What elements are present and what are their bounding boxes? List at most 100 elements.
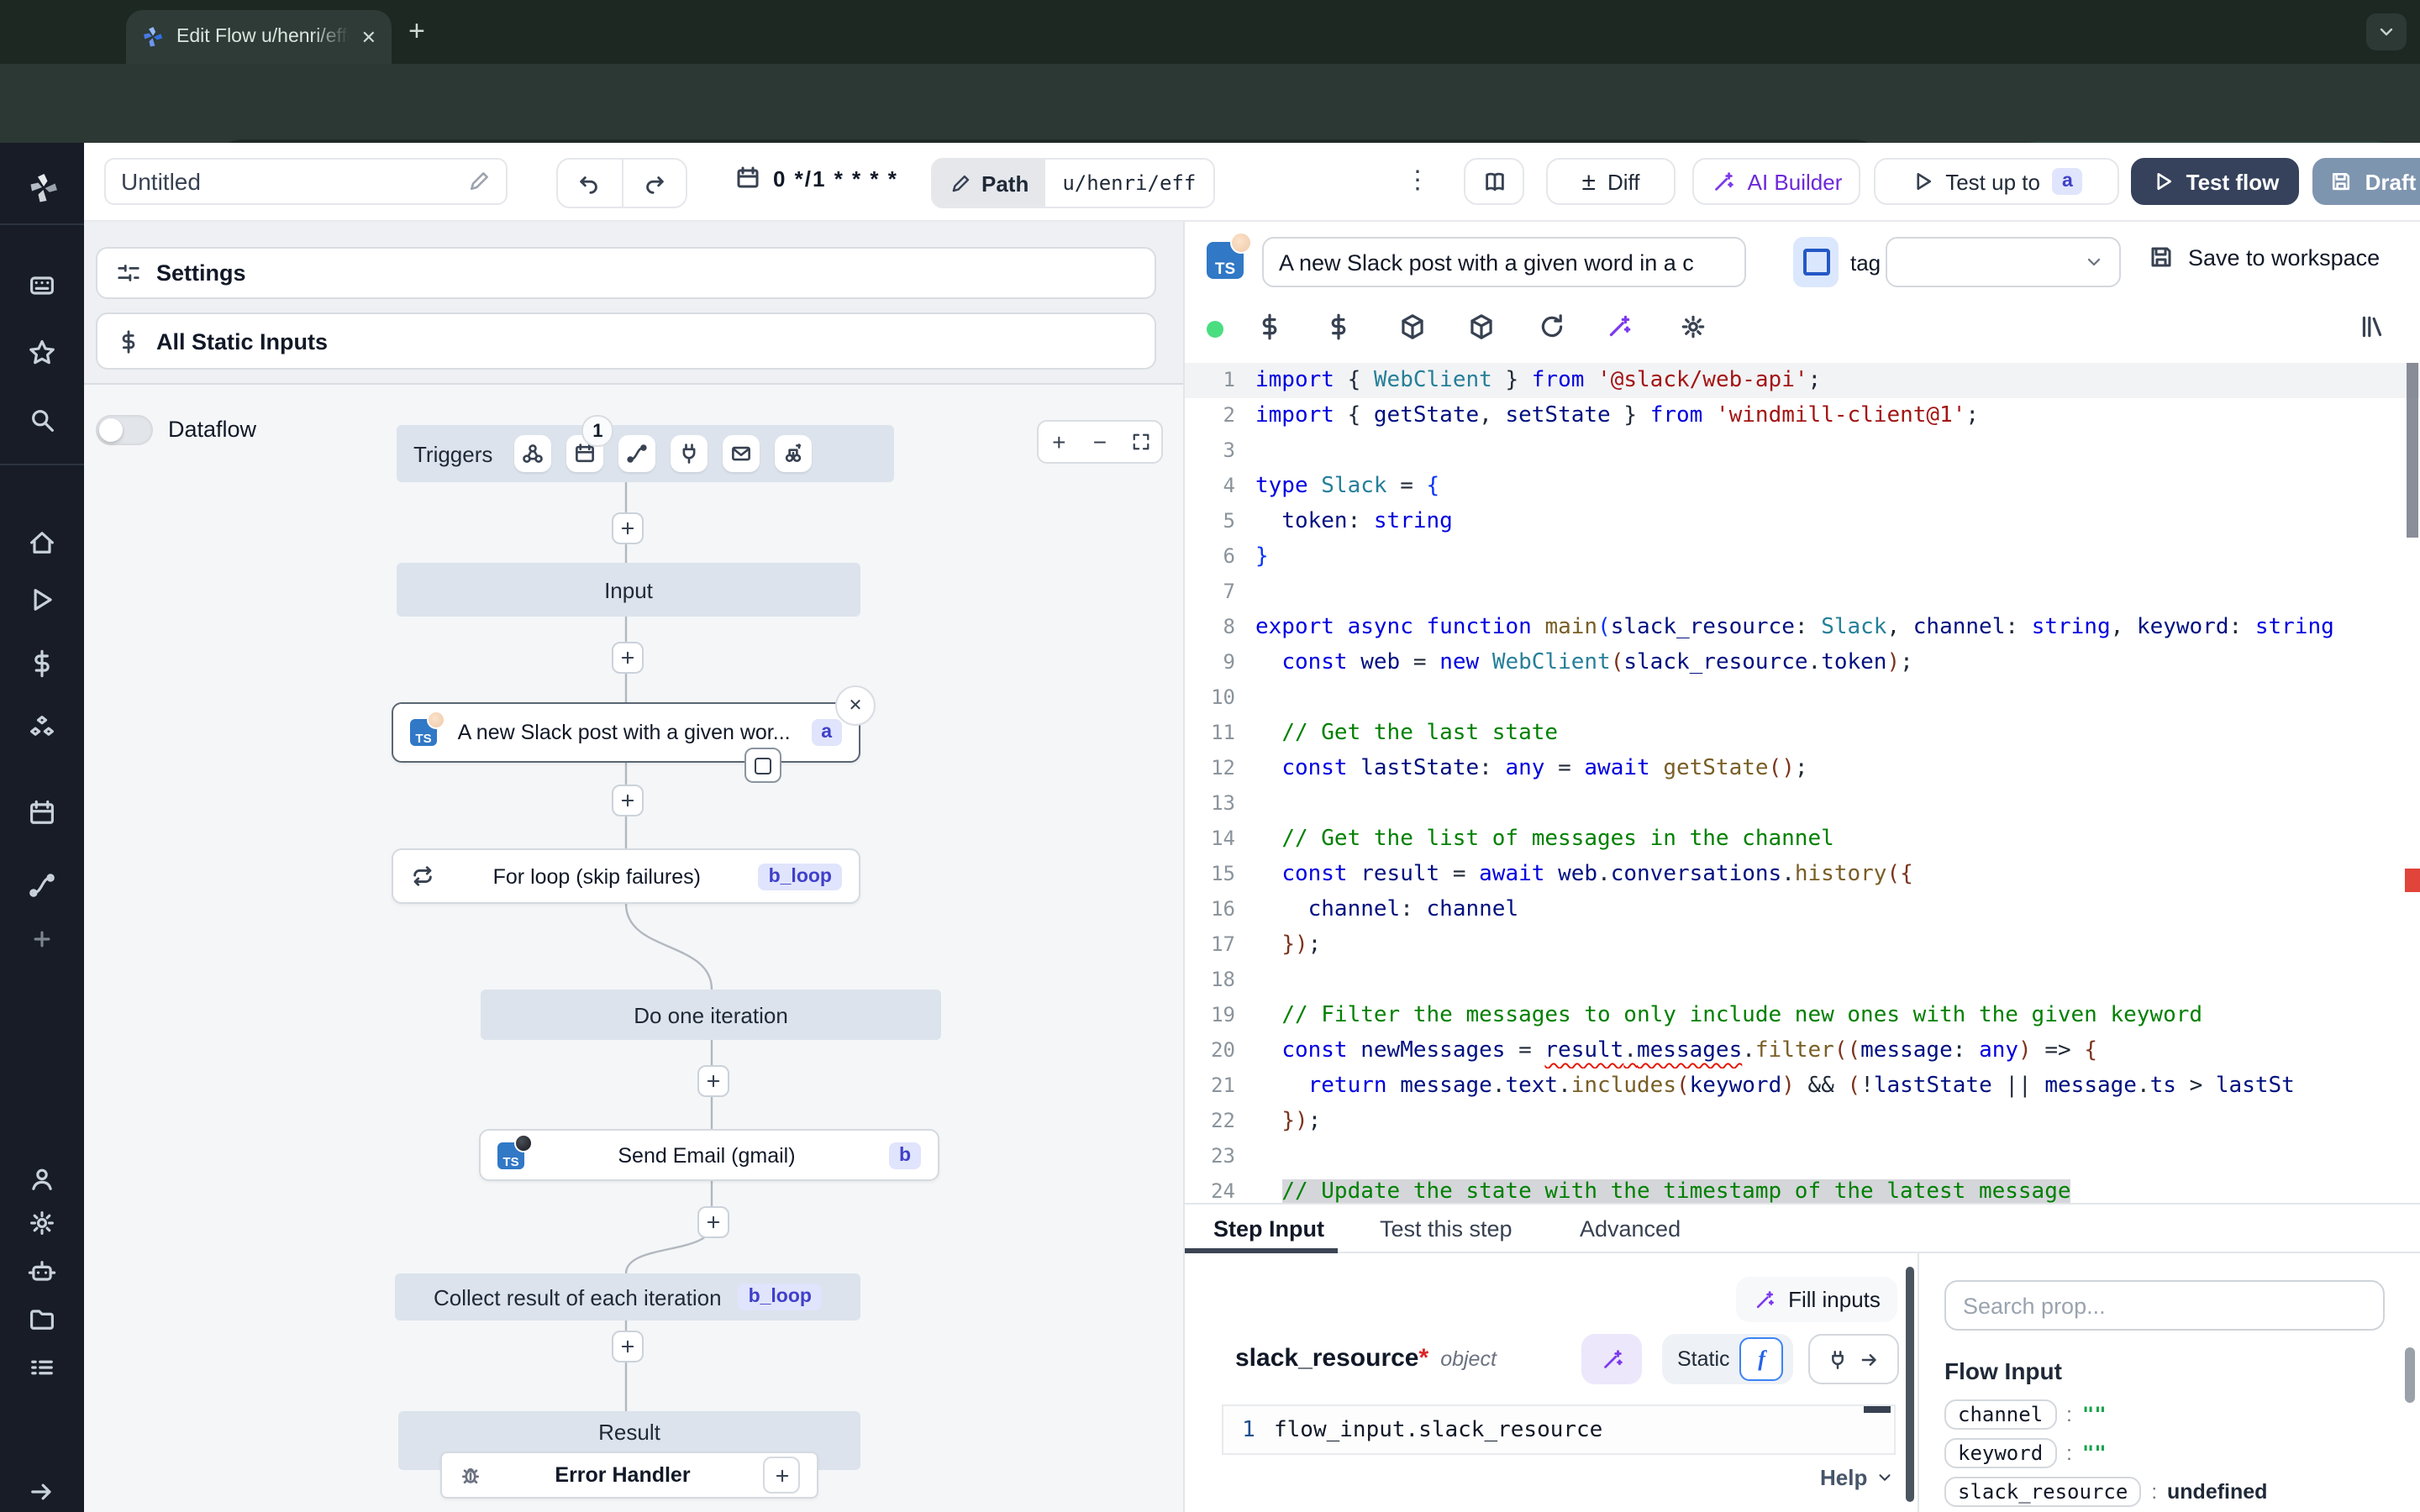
sidebar-item-folders[interactable] <box>27 1304 57 1334</box>
play-icon <box>2151 170 2175 193</box>
add-step-button[interactable] <box>612 785 644 816</box>
sidebar-item-routes[interactable] <box>27 870 57 900</box>
tab-test-this-step[interactable]: Test this step <box>1380 1216 1512 1242</box>
add-step-button[interactable] <box>612 512 644 544</box>
settings-row[interactable]: Settings <box>96 247 1156 299</box>
search-prop-input[interactable] <box>1944 1280 2385 1331</box>
dollar-resources-icon[interactable] <box>1324 312 1355 343</box>
triggers-bar[interactable]: Triggers 1 <box>397 425 894 482</box>
zoom-in-button[interactable]: + <box>1039 428 1080 455</box>
ai-suggest-button[interactable] <box>1581 1334 1642 1384</box>
save-to-workspace-button[interactable]: Save to workspace <box>2148 244 2380 270</box>
test-flow-button[interactable]: Test flow <box>2131 158 2299 205</box>
send-email-id-badge: b <box>889 1142 921 1168</box>
sidebar-item-user[interactable] <box>27 1164 57 1194</box>
props-scrollbar-thumb[interactable] <box>2405 1347 2415 1403</box>
sidebar-collapse-arrow-icon[interactable] <box>27 1477 57 1507</box>
magic-wand-icon[interactable] <box>1605 312 1635 343</box>
sidebar-item-search[interactable] <box>27 405 57 435</box>
undo-button[interactable] <box>558 160 621 207</box>
draft-save-button[interactable]: Draft <box>2312 158 2420 205</box>
dataflow-toggle[interactable] <box>96 415 153 445</box>
script-box-toggle[interactable] <box>1793 237 1839 287</box>
add-error-handler-icon[interactable] <box>763 1457 800 1494</box>
error-handler-node[interactable]: Error Handler <box>440 1452 818 1499</box>
refresh-icon[interactable] <box>1538 312 1568 343</box>
sidebar-item-schedules[interactable] <box>27 798 57 828</box>
section-scrollbar-thumb[interactable] <box>1906 1267 1914 1502</box>
add-step-button[interactable] <box>612 642 644 674</box>
websocket-plug-trigger-icon[interactable] <box>671 435 708 472</box>
early-stop-icon[interactable] <box>744 748 781 783</box>
sidebar-item-resources[interactable] <box>27 712 57 743</box>
code-scrollbar-thumb[interactable] <box>2407 363 2418 538</box>
poll-watch-trigger-icon[interactable] <box>775 435 812 472</box>
do-one-iteration-node[interactable]: Do one iteration <box>481 990 941 1040</box>
tab-close-icon[interactable]: ✕ <box>361 26 376 48</box>
sidebar-item-apps[interactable] <box>27 270 57 301</box>
schedule-cron[interactable]: 0 */1 * * * * <box>734 165 898 192</box>
static-js-toggle[interactable]: Static f <box>1662 1334 1793 1384</box>
delete-step-icon[interactable]: ✕ <box>835 685 876 726</box>
package-icon[interactable] <box>1398 312 1428 343</box>
path-group[interactable]: Path u/henri/eff <box>931 158 1214 208</box>
sidebar-item-settings[interactable] <box>27 1208 57 1238</box>
flow-name-input[interactable]: Untitled <box>104 158 508 205</box>
gear-icon[interactable] <box>1679 312 1709 343</box>
flow-canvas[interactable]: Dataflow + − Triggers 1 <box>84 383 1183 1512</box>
tag-select[interactable] <box>1886 237 2121 287</box>
route-trigger-icon[interactable] <box>618 435 655 472</box>
connect-input-button[interactable] <box>1808 1334 1899 1384</box>
more-kebab-icon[interactable]: ⋮ <box>1405 165 1430 195</box>
new-tab-button[interactable]: + <box>408 17 425 45</box>
schedule-trigger-icon[interactable]: 1 <box>566 435 603 472</box>
tab-advanced[interactable]: Advanced <box>1580 1216 1681 1242</box>
dollar-vars-icon[interactable] <box>1255 312 1286 343</box>
fit-view-button[interactable] <box>1120 432 1161 452</box>
tab-step-input[interactable]: Step Input <box>1213 1216 1324 1242</box>
send-email-node[interactable]: TS Send Email (gmail) b <box>479 1129 939 1181</box>
javascript-fn-toggle[interactable]: f <box>1740 1337 1784 1381</box>
sidebar-item-variables[interactable] <box>27 648 57 679</box>
sidebar-item-logs[interactable] <box>27 1352 57 1383</box>
tab-search-chevron-icon[interactable] <box>2366 13 2407 50</box>
test-up-to-button[interactable]: Test up to a <box>1874 158 2119 205</box>
expression-line-number: 1 <box>1223 1417 1274 1442</box>
edit-pencil-icon <box>950 172 971 194</box>
windmill-logo[interactable] <box>27 171 57 202</box>
slack-step-node[interactable]: TS A new Slack post with a given wor... … <box>392 702 860 763</box>
redo-button[interactable] <box>621 160 686 207</box>
sidebar-item-workers[interactable] <box>27 1257 57 1287</box>
code-editor[interactable]: 1import { WebClient } from '@slack/web-a… <box>1185 363 2420 1203</box>
sidebar-item-home[interactable] <box>27 528 57 558</box>
library-icon[interactable] <box>2358 312 2388 343</box>
help-link[interactable]: Help <box>1820 1465 1894 1490</box>
add-step-button[interactable] <box>697 1206 729 1238</box>
email-trigger-icon[interactable] <box>723 435 760 472</box>
expression-input[interactable]: 1 flow_input.slack_resource <box>1222 1404 1896 1455</box>
magic-wand-icon <box>1599 1347 1624 1372</box>
prop-row[interactable]: keyword:"" <box>1944 1436 2107 1470</box>
for-loop-node[interactable]: For loop (skip failures) b_loop <box>392 848 860 904</box>
package-icon[interactable] <box>1467 312 1497 343</box>
add-step-button[interactable] <box>612 1331 644 1362</box>
prop-row[interactable]: slack_resource:undefined <box>1944 1475 2267 1509</box>
docs-book-button[interactable] <box>1464 158 1524 205</box>
edit-pencil-icon[interactable] <box>467 170 491 193</box>
prop-row[interactable]: channel:"" <box>1944 1398 2107 1431</box>
sidebar-item-runs[interactable] <box>27 585 57 615</box>
fill-inputs-button[interactable]: Fill inputs <box>1736 1277 1897 1322</box>
ai-builder-button[interactable]: AI Builder <box>1692 158 1860 205</box>
diff-button[interactable]: ± Diff <box>1546 158 1676 205</box>
sidebar-item-favorites[interactable] <box>27 338 57 368</box>
browser-tab[interactable]: Edit Flow u/henri/effective_un ✕ <box>126 10 392 64</box>
sidebar-item-add[interactable] <box>27 924 57 954</box>
step-summary-input[interactable] <box>1262 237 1746 287</box>
all-static-inputs-row[interactable]: All Static Inputs <box>96 312 1156 370</box>
zoom-out-button[interactable]: − <box>1080 428 1121 455</box>
collect-result-node[interactable]: Collect result of each iteration b_loop <box>395 1273 860 1320</box>
flow-input-node[interactable]: Input <box>397 563 860 617</box>
collect-id-badge: b_loop <box>739 1284 822 1310</box>
webhook-trigger-icon[interactable] <box>514 435 551 472</box>
add-step-button[interactable] <box>697 1065 729 1097</box>
